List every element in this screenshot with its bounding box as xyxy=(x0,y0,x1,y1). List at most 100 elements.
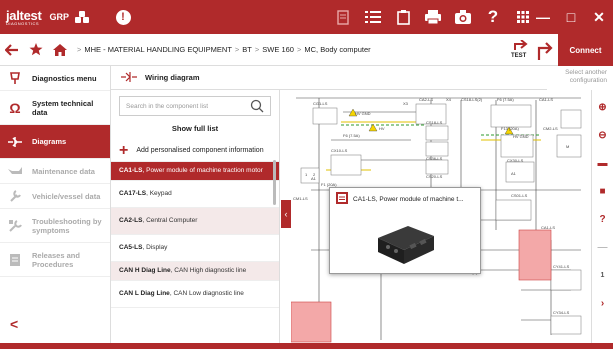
back-arrow-icon[interactable] xyxy=(0,34,24,66)
component-desc: Display xyxy=(146,244,168,251)
diagram-label: CS36-LS xyxy=(426,156,443,161)
section-title: Wiring diagram xyxy=(145,73,200,82)
minus-icon[interactable]: — xyxy=(592,236,613,258)
diagram-label: F6 (7.5A) xyxy=(497,97,514,102)
minimize-button[interactable]: — xyxy=(529,9,557,25)
oil-can-icon xyxy=(8,164,22,178)
component-desc: Power module of machine traction motor xyxy=(146,167,263,174)
breadcrumb-item[interactable]: SWE 160 xyxy=(262,45,294,54)
sidebar-item-maintenance-data[interactable]: Maintenance data xyxy=(0,159,110,184)
status-bar xyxy=(0,343,613,349)
ohm-icon: Ω xyxy=(9,99,21,116)
zoom-in-icon[interactable]: ⊕ xyxy=(592,96,613,118)
diagram-label: CX30-LS xyxy=(507,158,524,163)
breadcrumb-item[interactable]: BT xyxy=(242,45,252,54)
wrench-icon xyxy=(8,189,22,203)
list-item[interactable]: CAN H Diag Line, CAN High diagnostic lin… xyxy=(111,262,279,281)
sidebar-item-troubleshooting[interactable]: Troubleshooting by symptoms xyxy=(0,209,110,243)
favorite-star-icon[interactable] xyxy=(24,34,48,66)
page-icon[interactable]: 1 xyxy=(592,264,613,286)
help-icon[interactable]: ? xyxy=(592,208,613,230)
diagram-label: CS18-LS xyxy=(426,120,443,125)
component-list: Search in the component list Show full l… xyxy=(111,90,280,343)
printer-icon[interactable] xyxy=(423,7,443,27)
sidebar-item-system-technical-data[interactable]: Ω System technical data xyxy=(0,91,110,125)
title-bar: jaltest DIAGNOSTICS GRP ! ? — □ ✕ xyxy=(0,0,613,34)
maximize-button[interactable]: □ xyxy=(557,9,585,25)
component-info-icon xyxy=(336,192,348,206)
alert-icon: ! xyxy=(115,9,131,25)
test-icon[interactable]: TEST xyxy=(509,39,531,62)
diagram-label: CA2-LS xyxy=(419,97,433,102)
sidebar-back-button[interactable]: < xyxy=(10,316,18,332)
list-item[interactable]: CA17-LS, Keypad xyxy=(111,181,279,208)
component-desc: Keypad xyxy=(149,190,172,197)
select-another-configuration[interactable]: Select another configuration xyxy=(547,66,613,90)
brand: jaltest DIAGNOSTICS GRP xyxy=(0,0,108,34)
component-desc: CAN Low diagnostic line xyxy=(173,290,244,297)
diagram-label: CA1-LS xyxy=(539,97,553,102)
connect-button[interactable]: Connect xyxy=(558,34,613,66)
sidebar-item-label: Diagnostics menu xyxy=(32,73,97,83)
home-icon[interactable] xyxy=(48,34,72,66)
diagram-label: A1 xyxy=(511,171,517,176)
component-desc: CAN High diagnostic line xyxy=(174,267,247,274)
component-popup[interactable]: CA1-LS, Power module of machine t... xyxy=(329,187,481,274)
camera-icon[interactable] xyxy=(453,7,473,27)
breadcrumb-item[interactable]: MC, Body computer xyxy=(304,45,370,54)
report-icon[interactable] xyxy=(333,7,353,27)
help-icon[interactable]: ? xyxy=(483,7,503,27)
breadcrumb-separator: > xyxy=(296,45,302,54)
component-desc: Central Computer xyxy=(146,217,198,224)
list-item[interactable]: CAN L Diag Line, CAN Low diagnostic line xyxy=(111,281,279,308)
diagram-label: HV GND xyxy=(513,134,529,139)
plus-icon: + xyxy=(119,141,129,159)
show-full-list-button[interactable]: Show full list xyxy=(111,116,279,140)
clipboard-icon[interactable] xyxy=(393,7,413,27)
component-search-input[interactable]: Search in the component list xyxy=(119,96,271,116)
sidebar: Diagnostics menu Ω System technical data… xyxy=(0,66,111,343)
print-icon[interactable]: ▬ xyxy=(592,152,613,174)
group-icon[interactable] xyxy=(75,11,89,23)
next-icon[interactable]: › xyxy=(592,292,613,314)
search-icon[interactable] xyxy=(250,99,264,115)
list-item[interactable]: CA5-LS, Display xyxy=(111,235,279,262)
breadcrumb-item[interactable]: MHE - MATERIAL HANDLING EQUIPMENT xyxy=(84,45,232,54)
sidebar-item-label: Troubleshooting by symptoms xyxy=(32,216,102,235)
toolbar-icons: ? xyxy=(333,0,533,34)
diagram-toolbar: ⊕ ⊖ ▬ ■ ? — 1 › xyxy=(591,90,613,343)
add-personalised-label: Add personalised component information xyxy=(136,147,264,154)
test-label: TEST xyxy=(511,53,527,59)
wiring-diagram-icon xyxy=(121,71,137,85)
sidebar-item-diagnostics-menu[interactable]: Diagnostics menu xyxy=(0,66,110,91)
list-scrollbar[interactable] xyxy=(273,160,276,205)
jaltest-logo: jaltest DIAGNOSTICS xyxy=(6,8,42,26)
section-header: Wiring diagram xyxy=(111,66,547,90)
lock-icon[interactable]: ■ xyxy=(592,180,613,202)
diagram-label: X3 xyxy=(403,101,409,106)
diagram-label: M xyxy=(566,144,569,149)
diagram-label: CM2-LS xyxy=(543,126,558,131)
symptoms-icon xyxy=(8,219,22,233)
diagram-label: CS18-LS(2) xyxy=(461,97,483,102)
component-code: CAN L Diag Line xyxy=(119,290,170,297)
sidebar-item-label: Diagrams xyxy=(32,137,67,146)
zoom-out-icon[interactable]: ⊖ xyxy=(592,124,613,146)
sidebar-item-releases[interactable]: Releases and Procedures xyxy=(0,243,110,277)
sidebar-item-vehicle-data[interactable]: Vehicle/vessel data xyxy=(0,184,110,209)
sidebar-item-diagrams[interactable]: Diagrams xyxy=(0,125,110,159)
alert-button[interactable]: ! xyxy=(112,0,134,34)
breadcrumb-separator: > xyxy=(77,45,82,54)
switch-icon[interactable] xyxy=(535,40,555,62)
list-item[interactable]: CA1-LS, Power module of machine traction… xyxy=(111,162,279,181)
close-button[interactable]: ✕ xyxy=(585,9,613,26)
collapse-list-button[interactable]: ‹ xyxy=(281,200,291,228)
list-icon[interactable] xyxy=(363,7,383,27)
add-personalised-component-button[interactable]: + Add personalised component information xyxy=(111,140,279,162)
breadcrumb-separator: > xyxy=(254,45,260,54)
diagram-label: X4 xyxy=(446,97,452,102)
popup-title: CA1-LS, Power module of machine t... xyxy=(353,195,464,203)
list-item[interactable]: CA2-LS, Central Computer xyxy=(111,208,279,235)
diagram-label: CS01-LS xyxy=(511,193,528,198)
component-code: CA17-LS xyxy=(119,190,147,197)
